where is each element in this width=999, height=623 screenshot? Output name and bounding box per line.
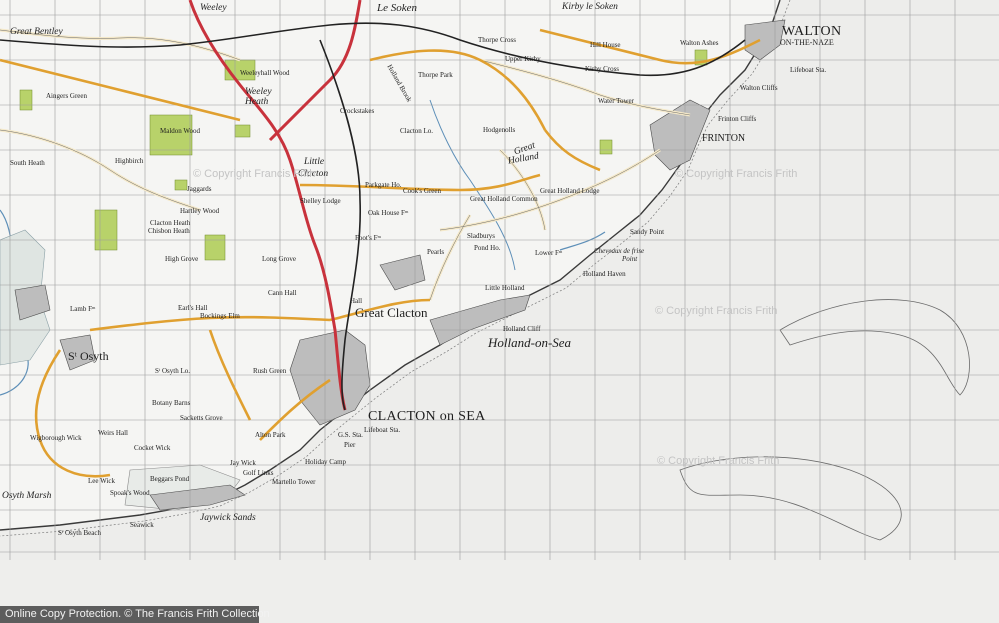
- watermark: © Copyright Francis Frith: [657, 455, 780, 467]
- copy-protection-footer: Online Copy Protection. © The Francis Fr…: [0, 606, 270, 623]
- watermark: © Copyright Francis Frith: [675, 168, 798, 180]
- watermark: © Copyright Francis Frith: [655, 305, 778, 317]
- map-viewer[interactable]: WALTON ON-THE-NAZE FRINTON CLACTON on SE…: [0, 0, 999, 623]
- historic-map[interactable]: [0, 0, 999, 560]
- watermark: © Copyright Francis Frith: [193, 168, 316, 180]
